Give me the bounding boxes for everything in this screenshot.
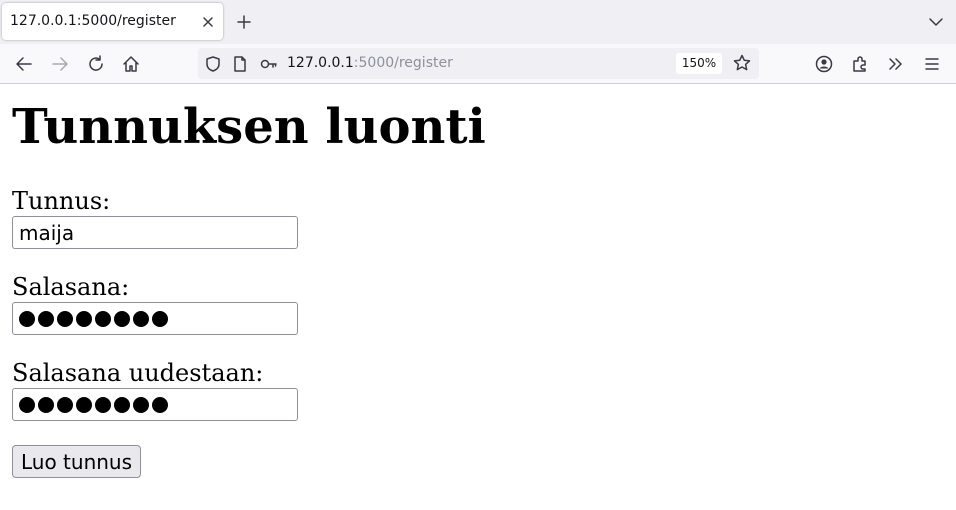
tab-title: 127.0.0.1:5000/register [10,13,176,29]
password-label: Salasana: [12,273,130,301]
address-bar[interactable]: 127.0.0.1:5000/register 150% [198,48,759,79]
tab-bar: 127.0.0.1:5000/register [0,0,956,44]
password-dot [19,397,35,413]
password-confirm-input[interactable] [12,388,298,421]
create-account-button[interactable]: Luo tunnus [12,445,141,478]
password-dot [57,397,73,413]
key-icon[interactable] [259,54,279,74]
back-icon[interactable] [13,53,35,75]
extensions-icon[interactable] [849,53,871,75]
username-label: Tunnus: [12,187,111,215]
password-dot [152,311,168,327]
page-content: Tunnuksen luonti Tunnus: Salasana: Salas… [0,85,956,510]
password-mask [19,311,168,327]
password-dot [114,397,130,413]
forward-icon[interactable] [49,53,71,75]
password-dot [95,311,111,327]
password-dot [133,311,149,327]
new-tab-icon[interactable] [234,12,254,32]
password-dot [114,311,130,327]
password-confirm-label: Salasana uudestaan: [12,359,264,387]
account-icon[interactable] [813,53,835,75]
password-input[interactable] [12,302,298,335]
password-dot [95,397,111,413]
url-text: 127.0.0.1:5000/register [287,55,453,71]
more-tools-icon[interactable] [885,53,907,75]
menu-icon[interactable] [921,53,943,75]
shield-icon[interactable] [203,54,223,74]
password-dot [38,397,54,413]
password-dot [38,311,54,327]
browser-tab[interactable]: 127.0.0.1:5000/register [2,3,223,40]
bookmark-star-icon[interactable] [732,53,752,73]
page-icon[interactable] [230,54,250,74]
url-path: :5000/register [353,55,453,71]
zoom-level-badge[interactable]: 150% [676,53,722,74]
page-title: Tunnuksen luonti [12,99,486,155]
home-icon[interactable] [120,53,142,75]
close-tab-icon[interactable] [198,12,218,32]
reload-icon[interactable] [85,53,107,75]
password-dot [19,311,35,327]
list-all-tabs-icon[interactable] [926,12,946,32]
password-confirm-mask [19,397,168,413]
navigation-toolbar: 127.0.0.1:5000/register 150% [0,44,956,84]
password-dot [57,311,73,327]
password-dot [76,397,92,413]
username-input[interactable] [12,216,298,249]
password-dot [133,397,149,413]
password-dot [76,311,92,327]
url-host: 127.0.0.1 [287,55,354,71]
password-dot [152,397,168,413]
